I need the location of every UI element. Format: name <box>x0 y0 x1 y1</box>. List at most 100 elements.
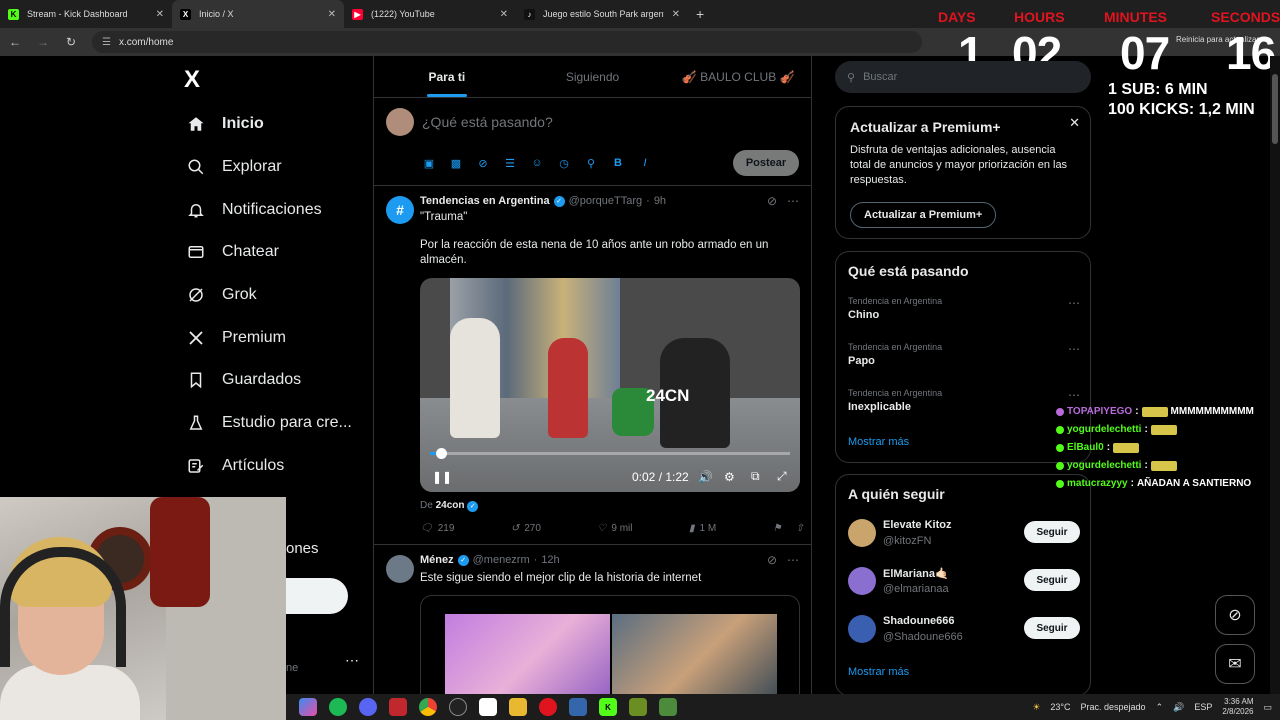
chat-username[interactable]: yogurdelechetti <box>1067 421 1141 439</box>
views-button[interactable]: ▮ 1 M <box>689 523 716 534</box>
clock[interactable]: 3:36 AM 2/8/2026 <box>1222 697 1253 717</box>
follow-button[interactable]: Seguir <box>1024 617 1080 639</box>
sidebar-post-button[interactable] <box>286 578 348 614</box>
more-icon[interactable]: ⋯ <box>1068 296 1080 310</box>
tweet[interactable]: Ménez ✓ @menezrm · 12h ⊘ ⋯ Este sigue si… <box>374 545 811 696</box>
new-tab-button[interactable]: + <box>688 6 712 22</box>
bookmark-icon[interactable]: ⚑ <box>773 523 782 534</box>
more-icon[interactable]: ⋯ <box>787 194 799 208</box>
close-tab-icon[interactable]: ✕ <box>328 9 336 20</box>
avatar[interactable] <box>386 555 414 583</box>
more-icon[interactable]: ⋯ <box>1068 342 1080 356</box>
browser-tab[interactable]: ▶ (1222) YouTube ✕ <box>344 0 516 28</box>
close-tab-icon[interactable]: ✕ <box>672 9 680 20</box>
follow-user-name[interactable]: Shadoune666 <box>883 615 955 627</box>
site-info-icon[interactable]: ☰ <box>102 37 111 48</box>
avatar[interactable] <box>848 567 876 595</box>
discord-icon[interactable] <box>359 698 377 716</box>
pause-icon[interactable]: ❚❚ <box>432 470 452 484</box>
italic-icon[interactable]: I <box>638 156 652 170</box>
url-field[interactable]: ☰ x.com/home <box>92 31 922 53</box>
more-icon[interactable]: ⋯ <box>1068 388 1080 402</box>
chrome-icon[interactable] <box>419 698 437 716</box>
obs-icon[interactable] <box>449 698 467 716</box>
forward-icon[interactable]: → <box>36 35 50 49</box>
chevron-up-icon[interactable]: ⌃ <box>1156 702 1164 713</box>
follow-suggestion[interactable]: Elevate Kitoz @kitozFN Seguir <box>848 515 1080 551</box>
sidebar-partial-label[interactable]: ones <box>286 540 319 557</box>
messages-float-button[interactable]: ✉ <box>1215 644 1255 684</box>
close-icon[interactable]: ✕ <box>1069 115 1080 131</box>
x-logo[interactable]: X <box>184 66 200 94</box>
spotify-icon[interactable] <box>329 698 347 716</box>
close-tab-icon[interactable]: ✕ <box>156 9 164 20</box>
settings-icon[interactable]: ⚙ <box>724 470 735 484</box>
sidebar-item[interactable]: Guardados <box>186 359 352 402</box>
app-icon[interactable] <box>389 698 407 716</box>
tweet-author-name[interactable]: Ménez <box>420 554 454 566</box>
tweet-time[interactable]: 9h <box>654 195 666 207</box>
sidebar-item[interactable]: Notificaciones <box>186 188 352 231</box>
video-progress-bar[interactable] <box>430 448 790 459</box>
follow-button[interactable]: Seguir <box>1024 521 1080 543</box>
reload-icon[interactable]: ↻ <box>64 35 78 49</box>
follow-suggestion[interactable]: Shadoune666 @Shadoune666 Seguir <box>848 611 1080 647</box>
volume-icon[interactable]: 🔊 <box>1173 702 1184 713</box>
premium-button[interactable]: Actualizar a Premium+ <box>850 202 997 228</box>
sidebar-item[interactable]: Estudio para cre... <box>186 402 352 445</box>
chat-username[interactable]: matucrazyyy <box>1067 475 1128 493</box>
sidebar-item[interactable]: Explorar <box>186 146 352 189</box>
follow-button[interactable]: Seguir <box>1024 569 1080 591</box>
post-button[interactable]: Postear <box>733 150 799 176</box>
gif-icon[interactable]: ▩ <box>449 156 463 170</box>
grok-icon[interactable]: ⊘ <box>767 553 777 567</box>
follow-user-name[interactable]: ElMariana🤙🏻 <box>883 567 949 580</box>
poll-icon[interactable]: ☰ <box>503 156 517 170</box>
follow-suggestion[interactable]: ElMariana🤙🏻 @elmarianaa Seguir <box>848 563 1080 599</box>
like-button[interactable]: ♡ 9 mil <box>597 523 632 534</box>
trends-show-more[interactable]: Mostrar más <box>848 436 909 448</box>
tweet-media[interactable] <box>420 595 800 696</box>
more-icon[interactable]: ⋯ <box>787 553 799 567</box>
video-player[interactable]: 24CN ❚❚ 0:02 / 1:22 🔊 ⚙ ⧉ ⤢ <box>420 278 800 492</box>
sidebar-item[interactable]: Chatear <box>186 231 352 274</box>
search-input[interactable]: ⚲ Buscar <box>835 61 1091 93</box>
tab-siguiendo[interactable]: Siguiendo <box>520 56 666 97</box>
source-account[interactable]: 24con <box>436 500 465 511</box>
tweet[interactable]: # Tendencias en Argentina ✓ @porqueTTarg… <box>374 186 811 545</box>
share-icon[interactable]: ⇧ <box>796 523 804 534</box>
back-icon[interactable]: ← <box>8 35 22 49</box>
avatar[interactable] <box>386 108 414 136</box>
pip-icon[interactable]: ⧉ <box>751 469 760 484</box>
browser-tab[interactable]: K Stream - Kick Dashboard ✕ <box>0 0 172 28</box>
account-handle-partial[interactable]: ne <box>286 662 298 674</box>
follow-show-more[interactable]: Mostrar más <box>848 666 909 678</box>
tab-baulo-club[interactable]: 🎻 BAULO CLUB 🎻 <box>665 56 811 97</box>
language-indicator[interactable]: ESP <box>1194 702 1212 712</box>
fullscreen-icon[interactable]: ⤢ <box>777 469 787 484</box>
tweet-time[interactable]: 12h <box>541 554 559 566</box>
tweet-author-name[interactable]: Tendencias en Argentina <box>420 195 550 207</box>
avatar[interactable] <box>848 519 876 547</box>
avatar[interactable] <box>848 615 876 643</box>
image-icon[interactable]: ▣ <box>422 156 436 170</box>
browser-tab[interactable]: ♪ Juego estilo South Park argentin ✕ <box>516 0 688 28</box>
compose-input[interactable]: ¿Qué está pasando? <box>422 114 553 130</box>
hashtag-avatar-icon[interactable]: # <box>386 196 414 224</box>
chat-username[interactable]: TOPAPIYEGO <box>1067 403 1132 421</box>
browser-tab[interactable]: X Inicio / X ✕ <box>172 0 344 28</box>
capcut-icon[interactable] <box>479 698 497 716</box>
sidebar-item[interactable]: Premium <box>186 316 352 359</box>
app-icon[interactable] <box>569 698 587 716</box>
grok-icon[interactable]: ⊘ <box>767 194 777 208</box>
weather-temp[interactable]: 23°C <box>1050 702 1070 712</box>
sidebar-item[interactable]: Grok <box>186 274 352 317</box>
grok-float-button[interactable]: ⊘ <box>1215 595 1255 635</box>
weather-desc[interactable]: Prac. despejado <box>1081 702 1146 712</box>
trend-item[interactable]: Tendencia en Argentina Papo ⋯ <box>848 342 1080 367</box>
notification-icon[interactable]: ▭ <box>1263 702 1272 713</box>
sidebar-item[interactable]: Artículos <box>186 445 352 488</box>
weather-icon[interactable]: ☀ <box>1032 702 1040 713</box>
copilot-icon[interactable] <box>299 698 317 716</box>
chat-username[interactable]: ElBaul0 <box>1067 439 1104 457</box>
